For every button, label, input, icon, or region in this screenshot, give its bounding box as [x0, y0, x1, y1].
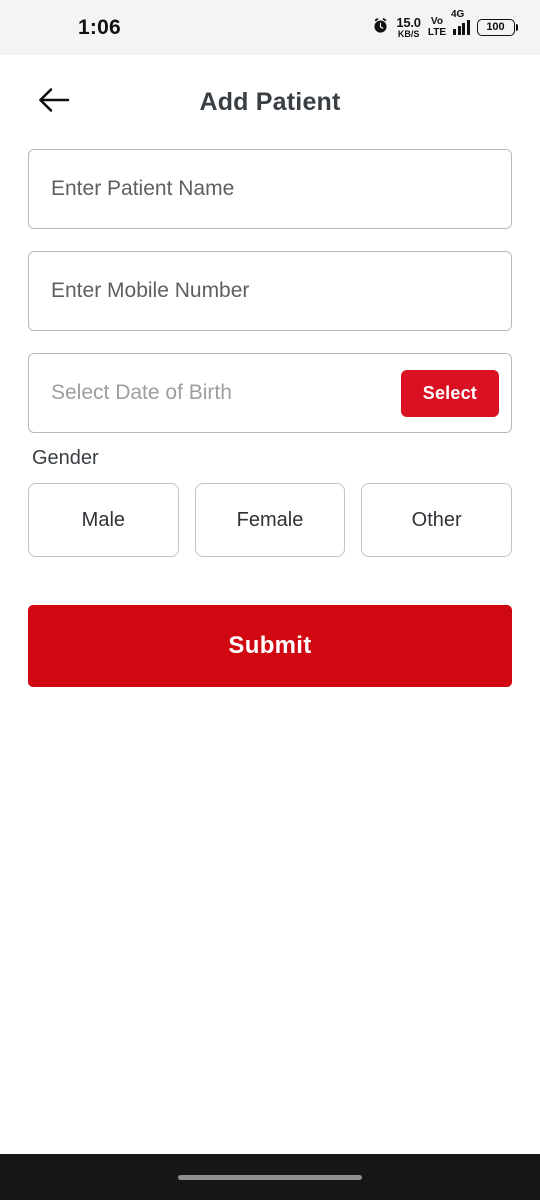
gender-option-female[interactable]: Female — [194, 483, 346, 557]
date-of-birth-input[interactable]: Select Date of Birth Select — [28, 353, 512, 433]
add-patient-form: Enter Patient Name Enter Mobile Number S… — [0, 149, 540, 1154]
patient-name-placeholder: Enter Patient Name — [51, 177, 235, 200]
app-header: Add Patient — [0, 55, 540, 149]
signal-bar-1 — [453, 29, 456, 35]
battery-body: 100 — [476, 19, 515, 36]
status-bar: 1:06 15.0 KB/S Vo LTE 4G 100 — [0, 0, 540, 55]
select-date-button[interactable]: Select — [400, 369, 499, 417]
back-arrow-icon — [37, 85, 71, 120]
signal-bar-2 — [457, 26, 461, 35]
patient-name-input[interactable]: Enter Patient Name — [28, 149, 512, 229]
signal-bar-4 — [466, 20, 470, 35]
gesture-handle[interactable] — [178, 1174, 362, 1180]
alarm-clock-icon — [372, 17, 389, 39]
volte-label-bottom: LTE — [427, 27, 446, 38]
battery-tip — [515, 24, 518, 31]
volte-icon: Vo LTE — [428, 17, 446, 38]
battery-level-label: 100 — [486, 21, 505, 33]
network-speed-value: 15.0 — [396, 15, 421, 30]
signal-bars — [453, 20, 470, 35]
gender-option-male[interactable]: Male — [28, 483, 179, 557]
status-bar-time: 1:06 — [78, 15, 121, 39]
network-type-label: 4G — [451, 9, 465, 20]
back-button[interactable] — [28, 76, 80, 128]
phone-screen: 1:06 15.0 KB/S Vo LTE 4G 100 Add Patient… — [0, 0, 540, 1200]
gender-options-group: Male Female Other — [28, 483, 513, 557]
gender-label: Gender — [32, 447, 99, 469]
signal-bars-icon: 4G — [451, 9, 470, 35]
network-speed-unit: KB/S — [397, 29, 420, 39]
system-navigation-bar — [0, 1154, 540, 1200]
volte-label-top: Vo — [430, 16, 443, 27]
status-bar-icons: 15.0 KB/S Vo LTE 4G 100 — [372, 9, 518, 39]
battery-icon: 100 — [476, 19, 518, 36]
network-speed-indicator: 15.0 KB/S — [396, 16, 421, 39]
signal-bar-3 — [462, 23, 465, 35]
submit-button[interactable]: Submit — [28, 605, 512, 687]
date-of-birth-placeholder: Select Date of Birth — [51, 381, 232, 404]
mobile-number-placeholder: Enter Mobile Number — [51, 279, 250, 302]
gender-option-other[interactable]: Other — [361, 483, 513, 557]
mobile-number-input[interactable]: Enter Mobile Number — [28, 251, 512, 331]
page-title: Add Patient — [199, 87, 341, 116]
